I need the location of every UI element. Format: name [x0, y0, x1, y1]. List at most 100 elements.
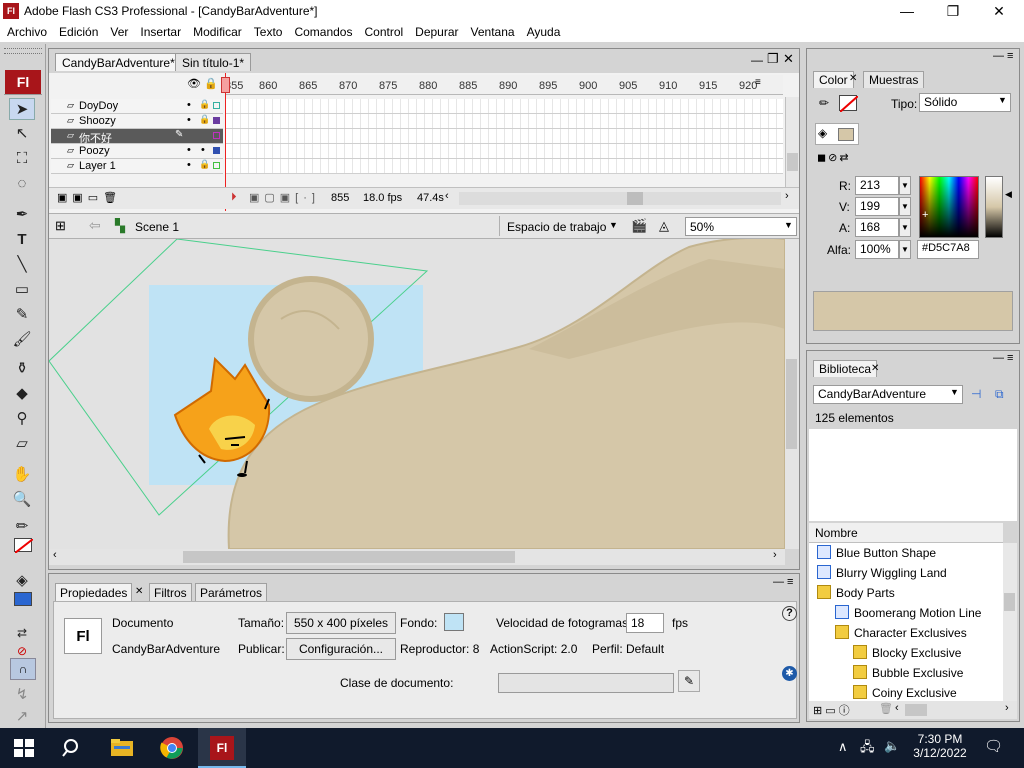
layer-row-shoozy[interactable]: ▱ Shoozy • 🔒: [51, 114, 223, 129]
file-explorer-icon[interactable]: [110, 736, 134, 760]
back-arrow-icon[interactable]: ⇦: [89, 217, 101, 234]
timeline-options-icon[interactable]: ≡: [755, 77, 761, 88]
visible-dot-icon[interactable]: •: [187, 159, 191, 171]
stroke-color-swatch[interactable]: [14, 538, 34, 554]
visible-dot-icon[interactable]: •: [187, 114, 191, 126]
list-item[interactable]: Blocky Exclusive: [853, 643, 961, 663]
search-icon[interactable]: [60, 736, 84, 760]
fps-input[interactable]: 18: [626, 613, 664, 633]
stage-pasteboard[interactable]: [49, 239, 785, 549]
layer-row-layer1[interactable]: ▱ Layer 1 • 🔒: [51, 159, 223, 174]
text-tool-icon[interactable]: T: [9, 229, 35, 251]
windows-start-icon[interactable]: [12, 736, 36, 760]
show-hidden-icons-icon[interactable]: ∧: [838, 739, 848, 755]
scene-name[interactable]: Scene 1: [135, 220, 179, 234]
tab-close-icon[interactable]: ✕: [871, 363, 879, 374]
layer-buttons-icons[interactable]: ▣▣▭🗑: [57, 191, 122, 204]
library-column-header[interactable]: Nombre: [809, 523, 1003, 543]
layer-row-poozy[interactable]: ▱ Poozy • •: [51, 144, 223, 159]
lasso-tool-icon[interactable]: ◌: [9, 173, 35, 195]
tab-filtros[interactable]: Filtros: [149, 583, 192, 601]
scroll-left-icon[interactable]: ‹: [895, 702, 899, 714]
list-item[interactable]: Character Exclusives: [835, 623, 967, 643]
doc-minimize-icon[interactable]: —: [751, 53, 763, 67]
panel-options-icon[interactable]: ≡: [1007, 352, 1013, 364]
lock-icon[interactable]: 🔒: [199, 114, 210, 125]
pencil-tool-icon[interactable]: ✎: [9, 304, 35, 326]
hand-tool-icon[interactable]: ✋: [9, 464, 35, 486]
scrollbar-thumb[interactable]: [627, 192, 643, 205]
doc-tab-untitled[interactable]: Sin título-1*: [175, 53, 252, 71]
layer-row-doydoy[interactable]: ▱ DoyDoy • 🔒: [51, 99, 223, 114]
visible-dot-icon[interactable]: •: [187, 144, 191, 156]
menu-comandos[interactable]: Comandos: [287, 22, 357, 39]
layer-row-selected[interactable]: ▱ 你不好 ✎: [51, 129, 223, 145]
blue-chevron-icon[interactable]: ▼: [899, 218, 911, 237]
scroll-left-icon[interactable]: ‹: [53, 549, 57, 561]
visible-dot-icon[interactable]: •: [187, 99, 191, 111]
doc-close-icon[interactable]: ✕: [783, 51, 794, 67]
scrollbar-thumb[interactable]: [1004, 593, 1015, 611]
scroll-right-icon[interactable]: ›: [773, 549, 777, 561]
tab-biblioteca[interactable]: Biblioteca: [813, 360, 878, 377]
unlock-dot-icon[interactable]: •: [201, 144, 205, 156]
publish-settings-button[interactable]: Configuración...: [286, 638, 396, 660]
green-input[interactable]: 199: [855, 197, 899, 216]
panel-minimize-icon[interactable]: —: [993, 352, 1004, 364]
accessibility-icon[interactable]: ✱: [782, 666, 797, 681]
green-chevron-icon[interactable]: ▼: [899, 197, 911, 216]
color-spectrum-picker[interactable]: +: [919, 176, 979, 238]
panel-options-icon[interactable]: ≡: [787, 576, 793, 588]
edit-symbols-icon[interactable]: ◬: [659, 218, 669, 234]
close-button[interactable]: ✕: [976, 0, 1022, 22]
layer-frames-poozy[interactable]: [225, 144, 783, 159]
flash-taskbar-button[interactable]: Fl: [198, 728, 246, 768]
snap-magnet-icon[interactable]: ∩: [10, 658, 36, 680]
brightness-arrow-icon[interactable]: ◀: [1005, 189, 1012, 200]
timeline-vertical-scrollbar[interactable]: [785, 97, 799, 187]
eyedropper-tool-icon[interactable]: ⚲: [9, 408, 35, 430]
pen-tool-icon[interactable]: ✒: [9, 204, 35, 226]
layer-frames-selected[interactable]: [225, 129, 783, 144]
edit-scene-icon[interactable]: 🎬: [631, 218, 647, 234]
menu-depurar[interactable]: Depurar: [408, 22, 463, 39]
hex-input[interactable]: #D5C7A8: [917, 240, 979, 259]
menu-edicion[interactable]: Edición: [52, 22, 103, 39]
library-doc-select[interactable]: CandyBarAdventure ▼: [813, 385, 963, 404]
eraser-tool-icon[interactable]: ▱: [9, 433, 35, 455]
lock-icon[interactable]: 🔒: [199, 99, 210, 110]
fill-swatch-box[interactable]: ◈: [815, 123, 859, 145]
menu-archivo[interactable]: Archivo: [0, 22, 52, 39]
scroll-left-icon[interactable]: ‹: [445, 190, 449, 202]
timeline-toggle-icon[interactable]: ⊞: [55, 218, 66, 234]
selection-tool-icon[interactable]: ➤: [9, 98, 35, 120]
frame-ruler[interactable]: 855 860 865 870 875 880 885 890 895 900 …: [225, 75, 783, 95]
size-button[interactable]: 550 x 400 píxeles: [286, 612, 396, 634]
volume-icon[interactable]: 🔈: [884, 738, 900, 754]
list-item[interactable]: Blue Button Shape: [817, 543, 936, 563]
scroll-right-icon[interactable]: ›: [1005, 702, 1009, 714]
red-chevron-icon[interactable]: ▼: [899, 176, 911, 195]
scrollbar-thumb[interactable]: [787, 153, 798, 171]
doc-tab-candybar[interactable]: CandyBarAdventure*: [55, 53, 182, 71]
fill-color-swatch[interactable]: [14, 592, 32, 606]
edit-class-pencil-icon[interactable]: ✎: [678, 670, 700, 692]
layer-outline-color-icon[interactable]: [213, 117, 220, 124]
fill-type-select[interactable]: Sólido ▼: [919, 93, 1011, 112]
zoom-tool-icon[interactable]: 🔍: [9, 489, 35, 511]
list-item[interactable]: Blurry Wiggling Land: [817, 563, 947, 583]
list-item[interactable]: Body Parts: [817, 583, 895, 603]
chrome-icon[interactable]: [160, 736, 184, 760]
fill-color-icon[interactable]: ◈: [9, 570, 35, 592]
stroke-color-icon[interactable]: ✏: [9, 516, 35, 538]
menu-ventana[interactable]: Ventana: [464, 22, 520, 39]
lock-icon[interactable]: 🔒: [199, 159, 210, 170]
network-icon[interactable]: 🖧: [860, 738, 875, 760]
background-color-swatch[interactable]: [444, 613, 464, 631]
free-transform-tool-icon[interactable]: ⛶: [9, 148, 35, 170]
sand-ball-shape[interactable]: [248, 276, 374, 402]
new-library-panel-icon[interactable]: ⧉: [995, 387, 1004, 402]
layer-frames-shoozy[interactable]: [225, 114, 783, 129]
layer-outline-color-icon[interactable]: [213, 102, 220, 109]
menu-modificar[interactable]: Modificar: [186, 22, 247, 39]
